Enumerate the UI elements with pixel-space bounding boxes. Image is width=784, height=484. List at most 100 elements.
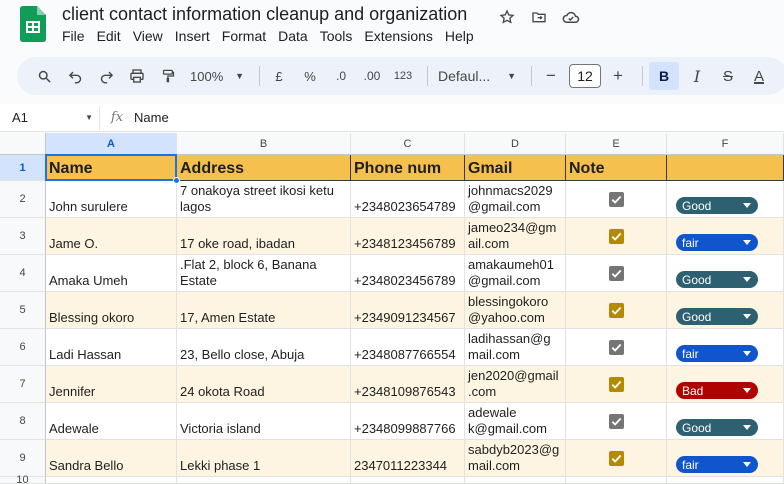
cloud-status-icon[interactable] [560,6,582,28]
status-dropdown-chip[interactable]: Good [676,419,758,436]
increase-decimal-button[interactable]: .00 [359,62,385,90]
strikethrough-button[interactable]: S [715,62,741,90]
address-cell[interactable]: 23, Bello close, Abuja [177,329,351,366]
row-4-header[interactable]: 4 [0,255,46,292]
checkbox-checked[interactable] [608,339,624,355]
increase-font-size-button[interactable]: + [605,62,631,90]
header-cell-column-d[interactable]: Gmail [465,155,566,181]
number-format-button[interactable]: 123 [390,62,416,90]
name-cell[interactable]: Adewale [46,403,177,440]
menu-tools[interactable]: Tools [314,28,359,44]
sheets-logo-icon[interactable] [20,6,46,42]
name-cell[interactable]: Jennifer [46,366,177,403]
formula-input[interactable]: Name [134,110,169,125]
column-c-header[interactable]: C [351,133,465,155]
checkbox-checked[interactable] [608,302,624,318]
move-to-folder-icon[interactable] [528,6,550,28]
empty-cell[interactable] [177,477,351,484]
italic-button[interactable]: I [684,62,710,90]
font-family-select[interactable]: Defaul... ▼ [434,62,520,90]
row-8-header[interactable]: 8 [0,403,46,440]
gmail-cell[interactable]: sabdyb2023@g mail.com [465,440,566,477]
row-3-header[interactable]: 3 [0,218,46,255]
header-cell-column-a[interactable]: Name [46,155,177,181]
column-b-header[interactable]: B [177,133,351,155]
search-menus-icon[interactable] [31,62,57,90]
status-dropdown-chip[interactable]: Good [676,271,758,288]
phone-cell[interactable]: 2347011223344 [351,440,465,477]
font-size-input[interactable]: 12 [569,64,601,88]
spreadsheet-grid[interactable]: A B C D E F 1 2 3 4 5 6 7 8 9 10 Name Address Phone num Gma… [0,133,784,484]
decrease-font-size-button[interactable]: − [538,62,564,90]
empty-cell[interactable] [465,477,566,484]
status-dropdown-chip[interactable]: Bad [676,382,758,399]
checkbox-checked[interactable] [608,228,624,244]
name-box[interactable]: A1 ▼ [0,105,100,130]
row-7-header[interactable]: 7 [0,366,46,403]
select-all-corner[interactable] [0,133,46,155]
menu-data[interactable]: Data [272,28,314,44]
gmail-cell[interactable]: amakaumeh01 @gmail.com [465,255,566,292]
empty-cell[interactable] [351,477,465,484]
name-cell[interactable]: Jame O. [46,218,177,255]
checkbox-checked[interactable] [608,376,624,392]
address-cell[interactable]: Lekki phase 1 [177,440,351,477]
address-cell[interactable]: .Flat 2, block 6, Banana Estate [177,255,351,292]
name-cell[interactable]: John surulere [46,181,177,218]
empty-cell[interactable] [46,477,177,484]
print-icon[interactable] [124,62,150,90]
gmail-cell[interactable]: jen2020@gmail .com [465,366,566,403]
status-dropdown-chip[interactable]: fair [676,345,758,362]
column-a-header[interactable]: A [46,133,177,155]
row-9-header[interactable]: 9 [0,440,46,477]
currency-format-button[interactable]: £ [266,62,292,90]
phone-cell[interactable]: +2349091234567 [351,292,465,329]
checkbox-checked[interactable] [608,265,624,281]
star-icon[interactable] [496,6,518,28]
name-cell[interactable]: Amaka Umeh [46,255,177,292]
name-cell[interactable]: Sandra Bello [46,440,177,477]
name-cell[interactable]: Ladi Hassan [46,329,177,366]
gmail-cell[interactable]: ladihassan@g mail.com [465,329,566,366]
percent-format-button[interactable]: % [297,62,323,90]
menu-extensions[interactable]: Extensions [358,28,438,44]
zoom-select[interactable]: 100% ▼ [186,62,248,90]
header-cell-column-e[interactable]: Note [566,155,667,181]
column-e-header[interactable]: E [566,133,667,155]
row-1-header[interactable]: 1 [0,155,46,181]
column-f-header[interactable]: F [667,133,784,155]
column-d-header[interactable]: D [465,133,566,155]
checkbox-checked[interactable] [608,191,624,207]
text-color-button[interactable]: A [746,62,772,90]
menu-view[interactable]: View [127,28,169,44]
decrease-decimal-button[interactable]: .0 [328,62,354,90]
bold-button[interactable]: B [649,62,679,90]
paint-format-icon[interactable] [155,62,181,90]
address-cell[interactable]: 17 oke road, ibadan [177,218,351,255]
row-10-header[interactable]: 10 [0,474,46,484]
gmail-cell[interactable]: jameo234@gm ail.com [465,218,566,255]
menu-format[interactable]: Format [216,28,272,44]
checkbox-checked[interactable] [608,413,624,429]
phone-cell[interactable]: +2348087766554 [351,329,465,366]
status-dropdown-chip[interactable]: Good [676,308,758,325]
row-6-header[interactable]: 6 [0,329,46,366]
header-cell-column-f[interactable] [667,155,784,181]
phone-cell[interactable]: +2348123456789 [351,218,465,255]
gmail-cell[interactable]: johnmacs2029 @gmail.com [465,181,566,218]
phone-cell[interactable]: +2348023456789 [351,255,465,292]
empty-cell[interactable] [667,477,784,484]
menu-edit[interactable]: Edit [91,28,127,44]
undo-icon[interactable] [62,62,88,90]
status-dropdown-chip[interactable]: fair [676,456,758,473]
menu-help[interactable]: Help [439,28,480,44]
menu-insert[interactable]: Insert [169,28,216,44]
document-title[interactable]: client contact information cleanup and o… [62,4,467,25]
menu-file[interactable]: File [62,28,91,44]
row-5-header[interactable]: 5 [0,292,46,329]
header-cell-column-c[interactable]: Phone num [351,155,465,181]
empty-cell[interactable] [566,477,667,484]
fill-handle[interactable] [173,177,180,184]
checkbox-checked[interactable] [608,450,624,466]
phone-cell[interactable]: +2348023654789 [351,181,465,218]
